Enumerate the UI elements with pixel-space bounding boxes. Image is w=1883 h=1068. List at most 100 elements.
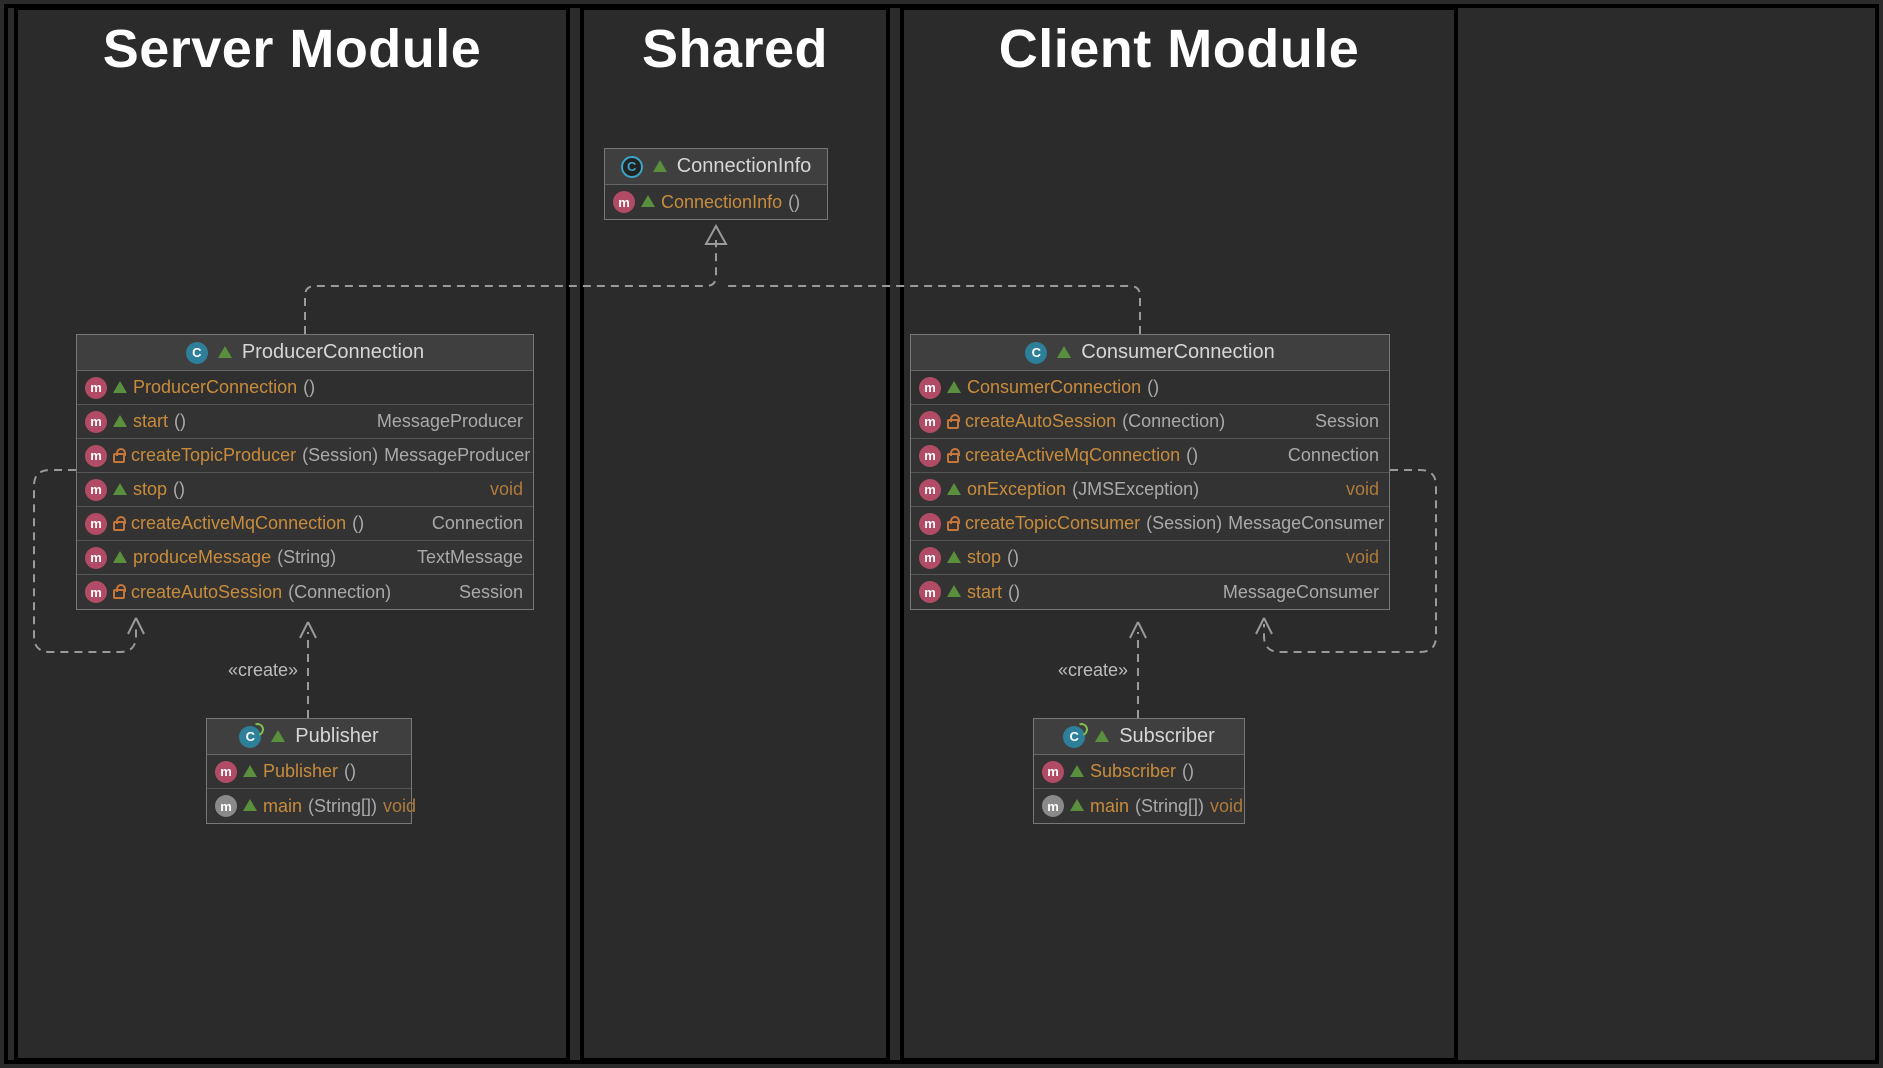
class-icon: C [1025, 342, 1047, 364]
method-name: createAutoSession [965, 411, 1116, 432]
method-icon: m [85, 445, 107, 467]
private-visibility-icon [947, 453, 959, 463]
class-name: Subscriber [1119, 725, 1215, 748]
public-visibility-icon [218, 346, 232, 358]
method-name: createTopicConsumer [965, 513, 1140, 534]
method-name: Subscriber [1090, 761, 1176, 782]
method-name: start [133, 411, 168, 432]
method-row: m ProducerConnection() [77, 371, 533, 405]
method-icon: m [919, 479, 941, 501]
method-icon: m [919, 445, 941, 467]
method-return: void [1210, 796, 1243, 817]
method-params: () [1147, 377, 1159, 398]
method-return: void [1346, 547, 1379, 568]
method-params: (Session) [302, 445, 378, 466]
public-visibility-icon [1070, 765, 1084, 777]
client-module-title: Client Module [904, 18, 1454, 80]
method-row: m createTopicProducer (Session) MessagePr… [77, 439, 533, 473]
shared-module-title: Shared [584, 18, 886, 80]
method-icon: m [85, 513, 107, 535]
method-params: (String[]) [308, 796, 377, 817]
method-name: Publisher [263, 761, 338, 782]
method-row: m createAutoSession(Connection) Session [77, 575, 533, 609]
private-visibility-icon [947, 419, 959, 429]
method-name: createAutoSession [131, 582, 282, 603]
method-params: () [1182, 761, 1194, 782]
method-name: createTopicProducer [131, 445, 296, 466]
method-row: m Subscriber() [1034, 755, 1244, 789]
method-return: void [1346, 479, 1379, 500]
public-visibility-icon [947, 381, 961, 393]
class-name: Publisher [295, 725, 378, 748]
class-name: ProducerConnection [242, 341, 424, 364]
method-return: TextMessage [417, 547, 523, 568]
method-params: () [1186, 445, 1198, 466]
method-params: () [352, 513, 364, 534]
private-visibility-icon [113, 453, 125, 463]
class-header: C ConsumerConnection [911, 335, 1389, 371]
method-return: Session [459, 582, 523, 603]
public-visibility-icon [947, 483, 961, 495]
method-return: Connection [1288, 445, 1379, 466]
method-name: onException [967, 479, 1066, 500]
private-visibility-icon [947, 521, 959, 531]
method-params: () [1007, 547, 1019, 568]
method-row: m main(String[]) void [207, 789, 411, 823]
class-header: C Publisher [207, 719, 411, 755]
method-row: m createAutoSession(Connection) Session [911, 405, 1389, 439]
class-icon: C [186, 342, 208, 364]
method-row: m createTopicConsumer(Session) MessageCo… [911, 507, 1389, 541]
method-row: m stop() void [77, 473, 533, 507]
public-visibility-icon [1057, 346, 1071, 358]
method-icon: m [919, 377, 941, 399]
method-params: (Connection) [288, 582, 391, 603]
method-name: stop [133, 479, 167, 500]
static-method-icon: m [215, 795, 237, 817]
method-name: ConsumerConnection [967, 377, 1141, 398]
method-params: () [174, 411, 186, 432]
method-name: main [1090, 796, 1129, 817]
class-producerconnection: C ProducerConnection m ProducerConnectio… [76, 334, 534, 610]
public-visibility-icon [243, 799, 257, 811]
method-row: m start() MessageProducer [77, 405, 533, 439]
class-header: C Subscriber [1034, 719, 1244, 755]
method-return: Connection [432, 513, 523, 534]
class-header: C ConnectionInfo [605, 149, 827, 185]
class-header: C ProducerConnection [77, 335, 533, 371]
method-params: () [788, 192, 800, 213]
method-row: m main(String[]) void [1034, 789, 1244, 823]
method-row: m createActiveMqConnection() Connection [77, 507, 533, 541]
method-name: produceMessage [133, 547, 271, 568]
public-visibility-icon [243, 765, 257, 777]
private-visibility-icon [113, 521, 125, 531]
method-params: () [1008, 582, 1020, 603]
interface-icon: C [621, 156, 643, 178]
method-name: createActiveMqConnection [965, 445, 1180, 466]
method-params: (JMSException) [1072, 479, 1199, 500]
public-visibility-icon [271, 730, 285, 742]
method-row: m ConsumerConnection () [911, 371, 1389, 405]
method-return: Session [1315, 411, 1379, 432]
method-return: void [383, 796, 416, 817]
method-name: ProducerConnection [133, 377, 297, 398]
method-return: MessageProducer [384, 445, 530, 466]
public-visibility-icon [947, 585, 961, 597]
class-name: ConsumerConnection [1081, 341, 1274, 364]
private-visibility-icon [113, 589, 125, 599]
method-name: stop [967, 547, 1001, 568]
method-params: () [173, 479, 185, 500]
class-publisher: C Publisher m Publisher () m main (String[… [206, 718, 412, 824]
method-icon: m [215, 761, 237, 783]
method-name: main [263, 796, 302, 817]
method-row: m stop() void [911, 541, 1389, 575]
public-visibility-icon [641, 195, 655, 207]
method-params: (Connection) [1122, 411, 1225, 432]
method-name: ConnectionInfo [661, 192, 782, 213]
method-row: m start() MessageConsumer [911, 575, 1389, 609]
method-params: () [344, 761, 356, 782]
class-name: ConnectionInfo [677, 155, 812, 178]
public-visibility-icon [1070, 799, 1084, 811]
public-visibility-icon [653, 160, 667, 172]
method-row: m Publisher () [207, 755, 411, 789]
method-icon: m [85, 377, 107, 399]
